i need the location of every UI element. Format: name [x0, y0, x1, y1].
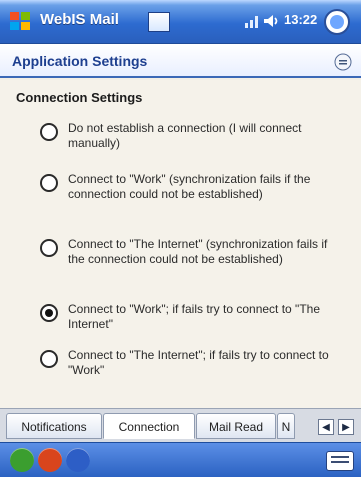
- tab-bar: Notifications Connection Mail Read N ◀ ▶: [0, 408, 361, 442]
- page-header: Application Settings: [0, 44, 361, 78]
- page-title: Application Settings: [12, 53, 148, 69]
- signal-icon[interactable]: [243, 12, 261, 30]
- keyboard-icon[interactable]: [326, 451, 354, 471]
- option-internet[interactable]: Connect to "The Internet" (synchronizati…: [40, 237, 340, 267]
- tab-more[interactable]: N: [277, 413, 295, 439]
- option-label: Connect to "Work" (synchronization fails…: [68, 172, 311, 201]
- option-label: Connect to "Work"; if fails try to conne…: [68, 302, 320, 331]
- app-icon: [148, 12, 170, 32]
- option-label: Connect to "The Internet"; if fails try …: [68, 348, 329, 377]
- radio-internet-then-work[interactable]: [40, 350, 58, 368]
- radio-work-then-internet[interactable]: [40, 304, 58, 322]
- ok-icon[interactable]: [322, 8, 352, 36]
- app-frame: WebIS Mail 13:22 Application Settings Co…: [0, 0, 361, 477]
- tab-notifications[interactable]: Notifications: [6, 413, 102, 439]
- tab-prev-icon[interactable]: ◀: [318, 419, 334, 435]
- tab-next-icon[interactable]: ▶: [338, 419, 354, 435]
- radio-work[interactable]: [40, 174, 58, 192]
- radio-manual[interactable]: [40, 123, 58, 141]
- app-title: WebIS Mail: [40, 11, 119, 28]
- title-bar: WebIS Mail 13:22: [0, 0, 361, 44]
- tab-connection[interactable]: Connection: [103, 413, 195, 439]
- connection-settings-panel: Connection Settings Do not establish a c…: [0, 80, 361, 408]
- menu-icon[interactable]: [334, 53, 352, 71]
- option-internet-then-work[interactable]: Connect to "The Internet"; if fails try …: [40, 348, 340, 378]
- tab-mail-read[interactable]: Mail Read: [196, 413, 276, 439]
- ok-button[interactable]: [10, 448, 34, 472]
- radio-internet[interactable]: [40, 239, 58, 257]
- help-button[interactable]: [66, 448, 90, 472]
- bottom-bar: [0, 442, 361, 477]
- option-manual[interactable]: Do not establish a connection (I will co…: [40, 121, 340, 151]
- option-work-then-internet[interactable]: Connect to "Work"; if fails try to conne…: [40, 302, 340, 332]
- cancel-button[interactable]: [38, 448, 62, 472]
- option-label: Do not establish a connection (I will co…: [68, 121, 302, 150]
- option-label: Connect to "The Internet" (synchronizati…: [68, 237, 328, 266]
- section-title: Connection Settings: [16, 90, 143, 105]
- windows-start-icon[interactable]: [8, 9, 32, 33]
- clock[interactable]: 13:22: [284, 12, 317, 27]
- option-work[interactable]: Connect to "Work" (synchronization fails…: [40, 172, 340, 202]
- speaker-icon[interactable]: [262, 12, 280, 30]
